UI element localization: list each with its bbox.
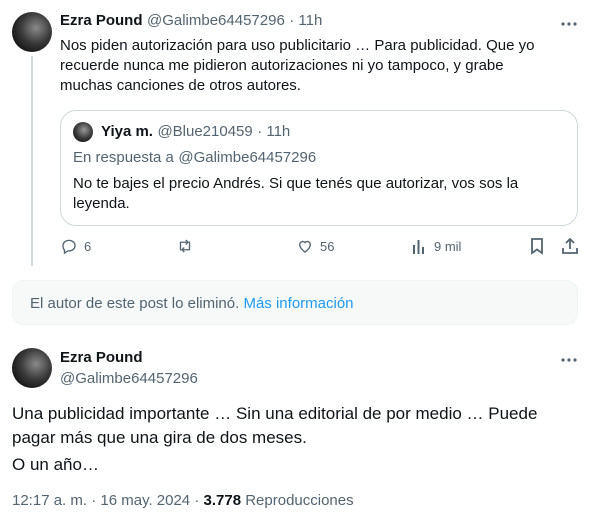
deleted-notice-row: El autor de este post lo eliminó. Más in… xyxy=(30,295,354,312)
author-handle[interactable]: @Galimbe64457296 xyxy=(60,370,198,387)
views-action[interactable]: 9 mil xyxy=(412,237,461,255)
deleted-notice-text: El autor de este post lo eliminó. xyxy=(30,295,240,312)
quoted-header: Yiya m. @Blue210459 · 11h xyxy=(101,123,290,141)
views-label: Reproducciones xyxy=(245,492,354,509)
bookmark-action[interactable] xyxy=(529,237,545,255)
reply-count: 6 xyxy=(84,238,92,254)
quoted-author-handle: @Blue210459 xyxy=(157,123,253,140)
views-number: 3.778 xyxy=(203,492,242,509)
reply-action[interactable]: 6 xyxy=(60,237,91,255)
views-chart-icon xyxy=(412,237,428,255)
author-name[interactable]: Ezra Pound xyxy=(60,12,143,29)
more-info-link[interactable]: Más información xyxy=(243,295,353,312)
avatar[interactable] xyxy=(12,348,52,388)
reply-tweet-text: Nos piden autorización para uso publicit… xyxy=(60,37,535,94)
share-icon xyxy=(561,237,579,255)
more-options-icon[interactable] xyxy=(559,14,579,34)
post-timestamp[interactable]: 12:17 a. m. · 16 may. 2024 · xyxy=(12,492,199,509)
like-action[interactable]: 56 xyxy=(296,237,334,255)
quoted-time: · 11h xyxy=(257,123,291,140)
more-options-icon[interactable] xyxy=(559,350,579,370)
author-handle[interactable]: @Galimbe64457296 xyxy=(147,12,285,29)
repost-action[interactable] xyxy=(175,237,195,255)
quoted-tweet[interactable]: Yiya m. @Blue210459 · 11h En respuesta a… xyxy=(60,110,578,226)
heart-icon xyxy=(296,237,314,255)
main-tweet-text-line2: pagar más que una gira de dos meses. xyxy=(12,428,307,447)
reply-tweet-header: Ezra Pound @Galimbe64457296 · 11h xyxy=(60,12,322,30)
post-meta: 12:17 a. m. · 16 may. 2024 · 3.778 Repro… xyxy=(12,492,354,509)
like-count: 56 xyxy=(320,238,335,254)
thread-line xyxy=(31,56,33,266)
reply-icon xyxy=(60,237,78,255)
avatar[interactable] xyxy=(12,12,52,52)
quoted-avatar xyxy=(73,122,93,142)
in-reply-to: En respuesta a @Galimbe64457296 xyxy=(73,149,316,167)
quoted-author-name: Yiya m. xyxy=(101,123,153,140)
quoted-text: No te bajes el precio Andrés. Si que ten… xyxy=(73,175,519,212)
share-action[interactable] xyxy=(561,237,579,255)
repost-icon xyxy=(175,237,195,255)
post-time[interactable]: · 11h xyxy=(289,12,322,29)
deleted-post-notice: El autor de este post lo eliminó. Más in… xyxy=(12,280,578,325)
main-tweet-text-line1: Una publicidad importante … Sin una edit… xyxy=(12,404,538,423)
views-count: 9 mil xyxy=(434,238,462,254)
main-tweet-text-line3: O un año… xyxy=(12,455,99,474)
bookmark-icon xyxy=(529,237,545,255)
in-reply-prefix: En respuesta a xyxy=(73,149,174,166)
author-name[interactable]: Ezra Pound xyxy=(60,349,143,366)
in-reply-handle: @Galimbe64457296 xyxy=(178,149,317,166)
